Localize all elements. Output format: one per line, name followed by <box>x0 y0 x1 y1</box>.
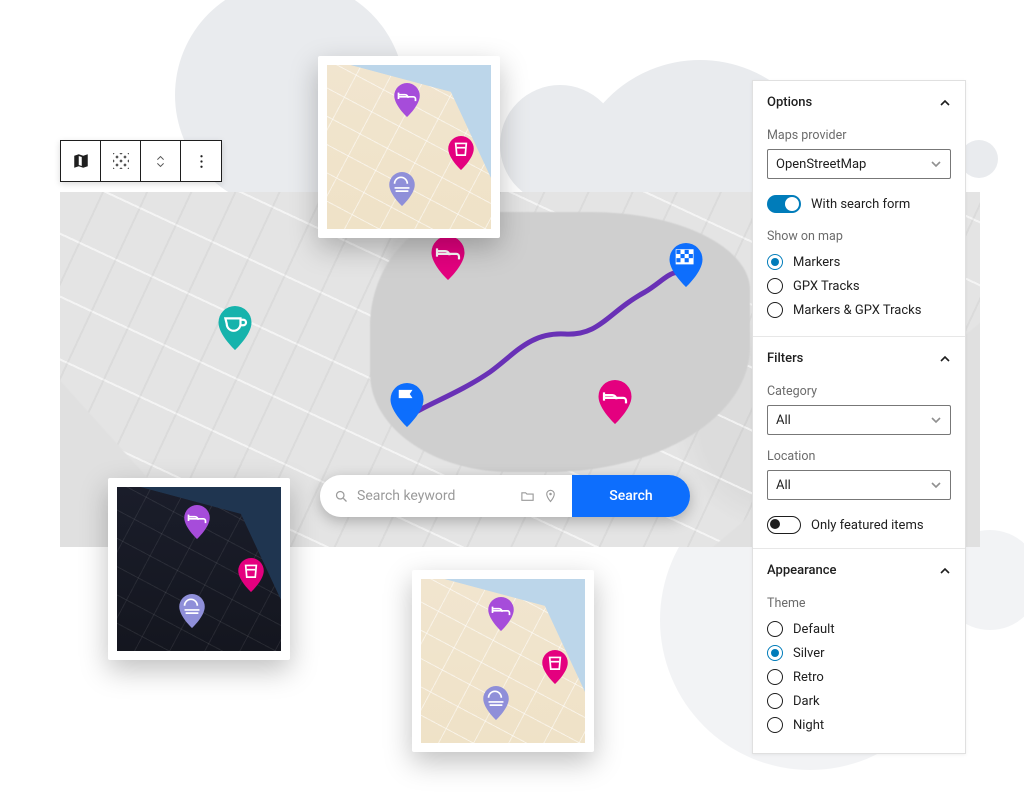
section-title: Appearance <box>767 563 836 578</box>
location-pin-icon[interactable] <box>543 489 558 504</box>
thumbnail-pin <box>448 136 474 170</box>
radio-icon <box>767 278 783 294</box>
radio-label: Default <box>793 622 835 637</box>
radio-label: GPX Tracks <box>793 279 860 294</box>
chevron-up-icon <box>939 353 951 365</box>
thumbnail-pin <box>394 83 420 117</box>
location-label: Location <box>767 449 951 464</box>
location-select[interactable]: All <box>767 470 951 500</box>
block-icon-button[interactable] <box>61 141 101 181</box>
show-on-map-radio-group: Markers GPX Tracks Markers & GPX Tracks <box>767 250 951 322</box>
show-on-map-label: Show on map <box>767 229 951 244</box>
map-search-bar: Search keyword Search <box>320 475 690 517</box>
thumbnail-pin <box>238 558 264 592</box>
theme-label: Theme <box>767 596 951 611</box>
chevron-down-icon <box>930 479 942 491</box>
theme-option[interactable]: Retro <box>767 665 951 689</box>
radio-icon <box>767 254 783 270</box>
thumbnail-pin <box>542 650 568 684</box>
thumbnail-pin <box>184 505 210 539</box>
thumbnail-pin <box>179 594 205 628</box>
section-title: Filters <box>767 351 803 366</box>
map-pin-hotel-2[interactable] <box>598 380 632 424</box>
thumbnail-pin <box>389 172 415 206</box>
more-options-button[interactable] <box>181 141 221 181</box>
maps-provider-select[interactable]: OpenStreetMap <box>767 149 951 179</box>
select-value: OpenStreetMap <box>776 157 866 172</box>
radio-icon <box>767 693 783 709</box>
radio-icon <box>767 645 783 661</box>
map-theme-thumbnail[interactable] <box>412 570 594 752</box>
radio-label: Retro <box>793 670 824 685</box>
map-theme-thumbnail[interactable] <box>318 56 500 238</box>
theme-option[interactable]: Default <box>767 617 951 641</box>
folder-icon[interactable] <box>520 489 535 504</box>
drag-icon <box>113 153 129 169</box>
thumbnail-pin <box>483 686 509 720</box>
chevron-down-icon <box>930 414 942 426</box>
select-value: All <box>776 413 791 428</box>
show-on-map-option[interactable]: Markers <box>767 250 951 274</box>
map-theme-thumbnail[interactable] <box>108 478 290 660</box>
drag-handle[interactable] <box>101 141 141 181</box>
only-featured-toggle[interactable]: Only featured items <box>767 516 951 534</box>
theme-option[interactable]: Dark <box>767 689 951 713</box>
section-options: Options Maps provider OpenStreetMap With… <box>753 81 965 337</box>
dots-vertical-icon <box>194 154 209 169</box>
block-toolbar <box>60 140 222 182</box>
maps-provider-label: Maps provider <box>767 128 951 143</box>
search-icon <box>334 489 349 504</box>
radio-label: Markers <box>793 255 840 270</box>
radio-icon <box>767 302 783 318</box>
map-icon <box>72 152 90 170</box>
category-select[interactable]: All <box>767 405 951 435</box>
map-pin-hotel-1[interactable] <box>431 236 465 280</box>
section-title: Options <box>767 95 812 110</box>
with-search-form-toggle[interactable]: With search form <box>767 195 951 213</box>
map-pin-flag-start[interactable] <box>390 383 424 427</box>
map-pin-coffee[interactable] <box>218 306 252 350</box>
radio-icon <box>767 669 783 685</box>
settings-panel: Options Maps provider OpenStreetMap With… <box>752 80 966 754</box>
theme-option[interactable]: Silver <box>767 641 951 665</box>
chevron-up-icon <box>939 97 951 109</box>
radio-label: Silver <box>793 646 825 661</box>
thumbnail-pin <box>488 597 514 631</box>
radio-icon <box>767 717 783 733</box>
search-placeholder: Search keyword <box>357 488 512 504</box>
search-button[interactable]: Search <box>572 475 690 517</box>
move-updown-button[interactable] <box>141 141 181 181</box>
radio-icon <box>767 621 783 637</box>
section-filters: Filters Category All Location All Only f… <box>753 337 965 549</box>
toggle-label: Only featured items <box>811 518 924 533</box>
section-toggle-filters[interactable]: Filters <box>767 337 951 378</box>
category-label: Category <box>767 384 951 399</box>
search-input[interactable]: Search keyword <box>320 475 572 517</box>
radio-label: Night <box>793 718 824 733</box>
toggle-label: With search form <box>811 197 910 212</box>
select-value: All <box>776 478 791 493</box>
chevrons-vertical-icon <box>153 154 168 169</box>
show-on-map-option[interactable]: GPX Tracks <box>767 274 951 298</box>
search-button-label: Search <box>609 488 652 504</box>
chevron-down-icon <box>930 158 942 170</box>
section-toggle-options[interactable]: Options <box>767 81 951 122</box>
radio-label: Markers & GPX Tracks <box>793 303 921 318</box>
section-toggle-appearance[interactable]: Appearance <box>767 549 951 590</box>
section-appearance: Appearance Theme Default Silver Retro Dark N… <box>753 549 965 753</box>
chevron-up-icon <box>939 565 951 577</box>
radio-label: Dark <box>793 694 820 709</box>
theme-option[interactable]: Night <box>767 713 951 737</box>
show-on-map-option[interactable]: Markers & GPX Tracks <box>767 298 951 322</box>
map-pin-flag-finish[interactable] <box>669 243 703 287</box>
theme-radio-group: Default Silver Retro Dark Night <box>767 617 951 737</box>
